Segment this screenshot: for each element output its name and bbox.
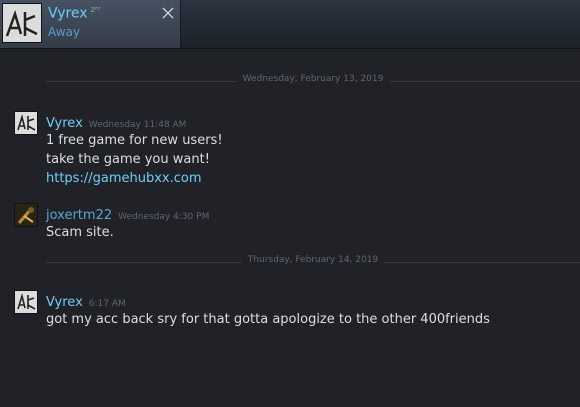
message-timestamp: Wednesday 4:30 PM [118,212,210,222]
message-line: Scam site. [46,225,114,240]
chat-tab-vyrex[interactable]: Vyrex zᶻᶻ Away [0,0,181,48]
message-body: got my acc back sry for that gotta apolo… [46,310,490,329]
avatar[interactable] [14,111,38,135]
avatar-image [3,4,41,42]
avatar [2,3,42,43]
message-timestamp: Wednesday 11:48 AM [88,120,187,130]
avatar-image [15,112,37,134]
tab-username-text: Vyrex [48,5,88,22]
tab-username: Vyrex zᶻᶻ [48,5,101,22]
message-header: Vyrex Wednesday 11:48 AM [46,112,186,131]
message-body: 1 free game for new users! take the game… [46,131,223,188]
message-header: Vyrex 6:17 AM [46,291,126,310]
message-line: 1 free game for new users! [46,133,223,148]
date-divider-label: Thursday, February 14, 2019 [241,255,385,265]
message-username[interactable]: Vyrex [46,295,83,310]
message-link[interactable]: https://gamehubxx.com [46,171,202,186]
message-timestamp: 6:17 AM [88,299,126,309]
avatar[interactable] [14,203,38,227]
message-line: take the game you want! [46,152,210,167]
avatar-image [15,204,37,226]
message-line: got my acc back sry for that gotta apolo… [46,312,490,327]
message-username[interactable]: joxertm22 [46,208,112,223]
message-body: Scam site. [46,223,114,242]
date-divider-label: Wednesday, February 13, 2019 [236,74,390,84]
message-header: joxertm22 Wednesday 4:30 PM [46,204,209,223]
avatar-image [15,291,37,313]
close-icon[interactable] [162,7,174,19]
avatar[interactable] [14,290,38,314]
message-username[interactable]: Vyrex [46,116,83,131]
away-indicator: zᶻᶻ [90,5,101,14]
tab-status: Away [48,25,80,39]
chat-tab-bar: Vyrex zᶻᶻ Away [0,0,580,49]
date-divider: Wednesday, February 13, 2019 [46,74,580,88]
date-divider: Thursday, February 14, 2019 [46,255,580,269]
